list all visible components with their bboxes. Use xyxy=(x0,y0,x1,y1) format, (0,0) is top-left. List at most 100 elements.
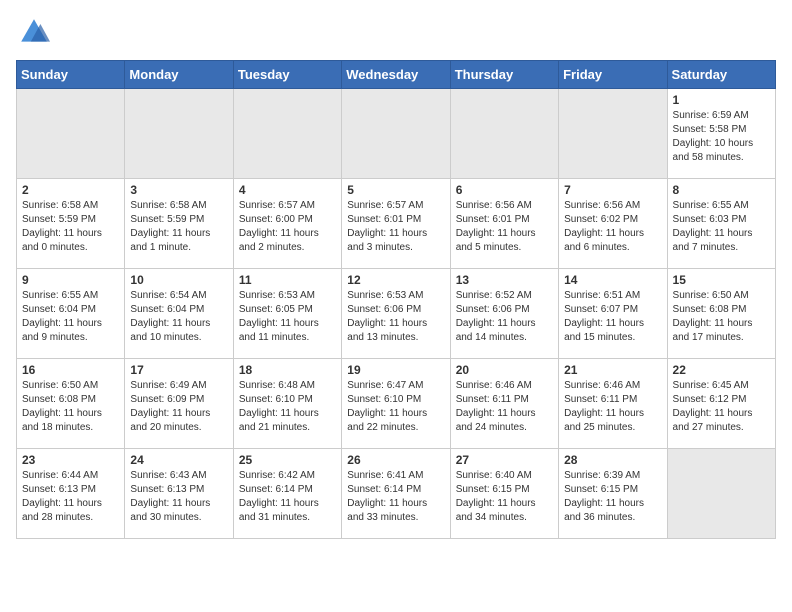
day-number: 20 xyxy=(456,363,553,377)
day-info: Sunrise: 6:56 AM Sunset: 6:02 PM Dayligh… xyxy=(564,199,661,255)
day-info: Sunrise: 6:44 AM Sunset: 6:13 PM Dayligh… xyxy=(22,469,119,525)
day-number: 12 xyxy=(347,273,444,287)
calendar: SundayMondayTuesdayWednesdayThursdayFrid… xyxy=(16,60,776,539)
day-number: 25 xyxy=(239,453,336,467)
calendar-cell: 12Sunrise: 6:53 AM Sunset: 6:06 PM Dayli… xyxy=(342,269,450,359)
day-info: Sunrise: 6:54 AM Sunset: 6:04 PM Dayligh… xyxy=(130,289,227,345)
calendar-cell xyxy=(233,89,341,179)
day-info: Sunrise: 6:55 AM Sunset: 6:04 PM Dayligh… xyxy=(22,289,119,345)
day-number: 16 xyxy=(22,363,119,377)
day-info: Sunrise: 6:45 AM Sunset: 6:12 PM Dayligh… xyxy=(673,379,770,435)
calendar-cell: 22 Sunrise: 6:45 AM Sunset: 6:12 PM Dayli… xyxy=(667,359,775,449)
calendar-cell: 5 Sunrise: 6:57 AM Sunset: 6:01 PM Daylig… xyxy=(342,179,450,269)
day-info: Sunrise: 6:58 AM Sunset: 5:59 PM Dayligh… xyxy=(130,199,227,255)
day-number: 5 xyxy=(347,183,444,197)
day-number: 4 xyxy=(239,183,336,197)
calendar-cell xyxy=(450,89,558,179)
day-number: 23 xyxy=(22,453,119,467)
calendar-cell: 21 Sunrise: 6:46 AM Sunset: 6:11 PM Dayli… xyxy=(559,359,667,449)
calendar-week-row: 23 Sunrise: 6:44 AM Sunset: 6:13 PM Dayli… xyxy=(17,449,776,539)
calendar-cell: 1Sunrise: 6:59 AM Sunset: 5:58 PM Daylig… xyxy=(667,89,775,179)
day-info: Sunrise: 6:50 AM Sunset: 6:08 PM Dayligh… xyxy=(673,289,770,345)
calendar-cell: 27 Sunrise: 6:40 AM Sunset: 6:15 PM Dayli… xyxy=(450,449,558,539)
calendar-cell: 11 Sunrise: 6:53 AM Sunset: 6:05 PM Dayli… xyxy=(233,269,341,359)
day-number: 21 xyxy=(564,363,661,377)
calendar-cell: 8 Sunrise: 6:55 AM Sunset: 6:03 PM Daylig… xyxy=(667,179,775,269)
day-info: Sunrise: 6:42 AM Sunset: 6:14 PM Dayligh… xyxy=(239,469,336,525)
calendar-cell: 19 Sunrise: 6:47 AM Sunset: 6:10 PM Dayli… xyxy=(342,359,450,449)
day-number: 13 xyxy=(456,273,553,287)
calendar-cell: 28 Sunrise: 6:39 AM Sunset: 6:15 PM Dayli… xyxy=(559,449,667,539)
day-number: 15 xyxy=(673,273,770,287)
day-info: Sunrise: 6:56 AM Sunset: 6:01 PM Dayligh… xyxy=(456,199,553,255)
calendar-cell: 6 Sunrise: 6:56 AM Sunset: 6:01 PM Daylig… xyxy=(450,179,558,269)
day-number: 7 xyxy=(564,183,661,197)
weekday-header: Friday xyxy=(559,61,667,89)
day-number: 11 xyxy=(239,273,336,287)
day-info: Sunrise: 6:39 AM Sunset: 6:15 PM Dayligh… xyxy=(564,469,661,525)
calendar-cell: 15 Sunrise: 6:50 AM Sunset: 6:08 PM Dayli… xyxy=(667,269,775,359)
day-number: 3 xyxy=(130,183,227,197)
day-info: Sunrise: 6:41 AM Sunset: 6:14 PM Dayligh… xyxy=(347,469,444,525)
calendar-cell: 17 Sunrise: 6:49 AM Sunset: 6:09 PM Dayli… xyxy=(125,359,233,449)
calendar-cell: 24 Sunrise: 6:43 AM Sunset: 6:13 PM Dayli… xyxy=(125,449,233,539)
calendar-cell: 26 Sunrise: 6:41 AM Sunset: 6:14 PM Dayli… xyxy=(342,449,450,539)
calendar-cell: 10 Sunrise: 6:54 AM Sunset: 6:04 PM Dayli… xyxy=(125,269,233,359)
day-info: Sunrise: 6:53 AM Sunset: 6:05 PM Dayligh… xyxy=(239,289,336,345)
day-info: Sunrise: 6:50 AM Sunset: 6:08 PM Dayligh… xyxy=(22,379,119,435)
calendar-cell xyxy=(559,89,667,179)
calendar-cell: 18Sunrise: 6:48 AM Sunset: 6:10 PM Dayli… xyxy=(233,359,341,449)
calendar-cell: 14 Sunrise: 6:51 AM Sunset: 6:07 PM Dayli… xyxy=(559,269,667,359)
day-number: 2 xyxy=(22,183,119,197)
day-number: 17 xyxy=(130,363,227,377)
calendar-cell: 4 Sunrise: 6:57 AM Sunset: 6:00 PM Daylig… xyxy=(233,179,341,269)
calendar-header-row: SundayMondayTuesdayWednesdayThursdayFrid… xyxy=(17,61,776,89)
calendar-cell: 13Sunrise: 6:52 AM Sunset: 6:06 PM Dayli… xyxy=(450,269,558,359)
calendar-cell xyxy=(342,89,450,179)
day-info: Sunrise: 6:46 AM Sunset: 6:11 PM Dayligh… xyxy=(456,379,553,435)
day-info: Sunrise: 6:46 AM Sunset: 6:11 PM Dayligh… xyxy=(564,379,661,435)
day-number: 8 xyxy=(673,183,770,197)
day-info: Sunrise: 6:43 AM Sunset: 6:13 PM Dayligh… xyxy=(130,469,227,525)
day-number: 19 xyxy=(347,363,444,377)
calendar-cell xyxy=(17,89,125,179)
calendar-cell: 16 Sunrise: 6:50 AM Sunset: 6:08 PM Dayli… xyxy=(17,359,125,449)
weekday-header: Monday xyxy=(125,61,233,89)
day-info: Sunrise: 6:47 AM Sunset: 6:10 PM Dayligh… xyxy=(347,379,444,435)
calendar-cell: 9 Sunrise: 6:55 AM Sunset: 6:04 PM Daylig… xyxy=(17,269,125,359)
calendar-cell: 7 Sunrise: 6:56 AM Sunset: 6:02 PM Daylig… xyxy=(559,179,667,269)
day-number: 28 xyxy=(564,453,661,467)
calendar-week-row: 16 Sunrise: 6:50 AM Sunset: 6:08 PM Dayli… xyxy=(17,359,776,449)
day-number: 27 xyxy=(456,453,553,467)
day-number: 22 xyxy=(673,363,770,377)
day-info: Sunrise: 6:40 AM Sunset: 6:15 PM Dayligh… xyxy=(456,469,553,525)
day-info: Sunrise: 6:48 AM Sunset: 6:10 PM Dayligh… xyxy=(239,379,336,435)
calendar-week-row: 9 Sunrise: 6:55 AM Sunset: 6:04 PM Daylig… xyxy=(17,269,776,359)
day-info: Sunrise: 6:57 AM Sunset: 6:00 PM Dayligh… xyxy=(239,199,336,255)
calendar-cell xyxy=(125,89,233,179)
day-number: 14 xyxy=(564,273,661,287)
day-info: Sunrise: 6:58 AM Sunset: 5:59 PM Dayligh… xyxy=(22,199,119,255)
day-info: Sunrise: 6:55 AM Sunset: 6:03 PM Dayligh… xyxy=(673,199,770,255)
day-info: Sunrise: 6:57 AM Sunset: 6:01 PM Dayligh… xyxy=(347,199,444,255)
calendar-cell: 25 Sunrise: 6:42 AM Sunset: 6:14 PM Dayli… xyxy=(233,449,341,539)
weekday-header: Saturday xyxy=(667,61,775,89)
day-number: 24 xyxy=(130,453,227,467)
page-header xyxy=(16,16,776,48)
day-number: 9 xyxy=(22,273,119,287)
weekday-header: Sunday xyxy=(17,61,125,89)
calendar-cell: 23 Sunrise: 6:44 AM Sunset: 6:13 PM Dayli… xyxy=(17,449,125,539)
calendar-cell: 3 Sunrise: 6:58 AM Sunset: 5:59 PM Daylig… xyxy=(125,179,233,269)
calendar-cell xyxy=(667,449,775,539)
day-info: Sunrise: 6:49 AM Sunset: 6:09 PM Dayligh… xyxy=(130,379,227,435)
day-number: 26 xyxy=(347,453,444,467)
day-number: 10 xyxy=(130,273,227,287)
weekday-header: Thursday xyxy=(450,61,558,89)
calendar-cell: 20 Sunrise: 6:46 AM Sunset: 6:11 PM Dayli… xyxy=(450,359,558,449)
logo xyxy=(16,16,50,48)
calendar-week-row: 2 Sunrise: 6:58 AM Sunset: 5:59 PM Daylig… xyxy=(17,179,776,269)
day-info: Sunrise: 6:51 AM Sunset: 6:07 PM Dayligh… xyxy=(564,289,661,345)
day-number: 6 xyxy=(456,183,553,197)
day-number: 1 xyxy=(673,93,770,107)
calendar-week-row: 1Sunrise: 6:59 AM Sunset: 5:58 PM Daylig… xyxy=(17,89,776,179)
